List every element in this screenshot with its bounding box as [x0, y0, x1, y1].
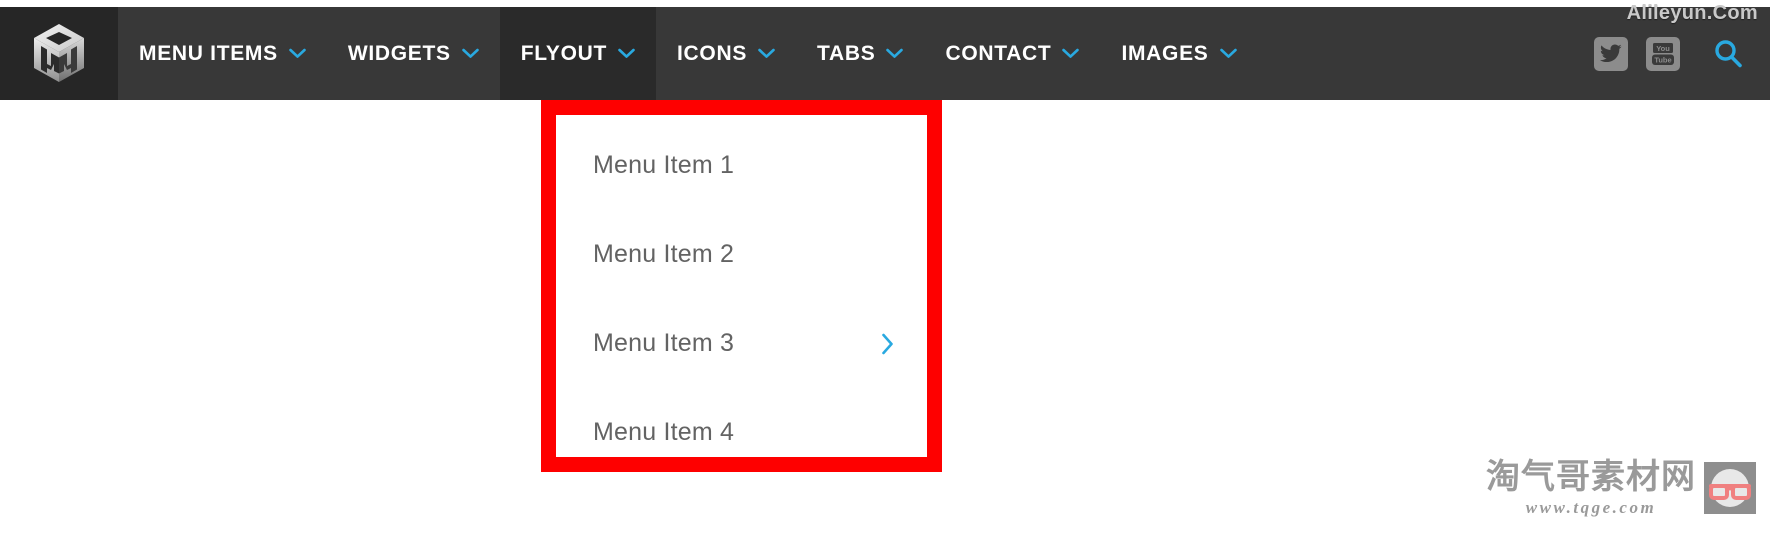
nav-item-icons[interactable]: ICONS	[656, 7, 796, 100]
chevron-down-icon	[618, 48, 635, 58]
flyout-menu-list: Menu Item 1 Menu Item 2 Menu Item 3 Menu…	[556, 115, 927, 457]
flyout-item-label: Menu Item 3	[593, 329, 735, 357]
nav-item-tabs[interactable]: TABS	[796, 7, 924, 100]
search-icon	[1715, 39, 1742, 67]
submenu-indicator	[881, 333, 905, 355]
flyout-menu-item-2[interactable]: Menu Item 2	[556, 210, 927, 299]
flyout-item-label: Menu Item 2	[593, 240, 735, 268]
twitter-icon	[1600, 44, 1622, 63]
nav-item-label: FLYOUT	[520, 41, 608, 65]
main-navbar: MENU ITEMS WIDGETS FLYOUT ICONS TABS CON…	[0, 7, 1770, 100]
nav-item-images[interactable]: IMAGES	[1100, 7, 1257, 100]
youtube-button[interactable]: You Tube	[1646, 36, 1680, 71]
site-logo[interactable]	[0, 7, 118, 100]
watermark-chinese-title: 淘气哥素材网	[1486, 457, 1696, 497]
nav-item-label: CONTACT	[945, 41, 1052, 65]
chevron-down-icon	[1062, 48, 1080, 58]
flyout-item-label: Menu Item 4	[593, 418, 735, 446]
svg-text:You: You	[1656, 44, 1670, 53]
flyout-menu-item-3[interactable]: Menu Item 3	[556, 299, 927, 388]
glasses-face-icon	[1709, 469, 1751, 507]
flyout-dropdown-panel: Menu Item 1 Menu Item 2 Menu Item 3 Menu…	[541, 100, 942, 472]
nav-item-label: TABS	[817, 41, 876, 65]
chevron-down-icon	[1219, 48, 1237, 58]
search-button[interactable]	[1712, 38, 1744, 70]
flyout-menu-item-4[interactable]: Menu Item 4	[556, 388, 927, 477]
page-root: Alileyun.Com MENU ITEMS WIDGETS FLYOUT I…	[0, 0, 1770, 540]
nav-item-list: MENU ITEMS WIDGETS FLYOUT ICONS TABS CON…	[118, 7, 1258, 100]
chevron-down-icon	[461, 48, 479, 58]
flyout-item-label: Menu Item 1	[593, 151, 735, 179]
watermark-url: www.tqge.com	[1525, 498, 1657, 517]
chevron-down-icon	[289, 48, 306, 58]
chevron-right-icon	[882, 333, 893, 354]
nav-item-contact[interactable]: CONTACT	[924, 7, 1100, 100]
watermark-bottom-right: 淘气哥素材网 www.tqge.com	[1486, 460, 1756, 516]
nav-item-label: ICONS	[677, 41, 748, 65]
flyout-menu-item-1[interactable]: Menu Item 1	[556, 121, 927, 210]
watermark-top-right: Alileyun.Com	[1626, 2, 1758, 24]
twitter-button[interactable]	[1594, 36, 1628, 71]
svg-text:Tube: Tube	[1654, 55, 1671, 64]
nav-item-label: WIDGETS	[347, 41, 451, 65]
cube-m-logo-icon	[34, 23, 84, 82]
watermark-logo	[1704, 462, 1756, 514]
nav-item-label: IMAGES	[1121, 41, 1209, 65]
nav-item-menu-items[interactable]: MENU ITEMS	[118, 7, 327, 100]
nav-item-flyout[interactable]: FLYOUT	[499, 7, 657, 100]
chevron-down-icon	[886, 48, 904, 58]
nav-item-widgets[interactable]: WIDGETS	[327, 7, 500, 100]
chevron-down-icon	[758, 48, 775, 58]
youtube-icon: You Tube	[1652, 42, 1674, 65]
nav-item-label: MENU ITEMS	[139, 41, 278, 65]
watermark-text-block: 淘气哥素材网 www.tqge.com	[1486, 460, 1696, 516]
